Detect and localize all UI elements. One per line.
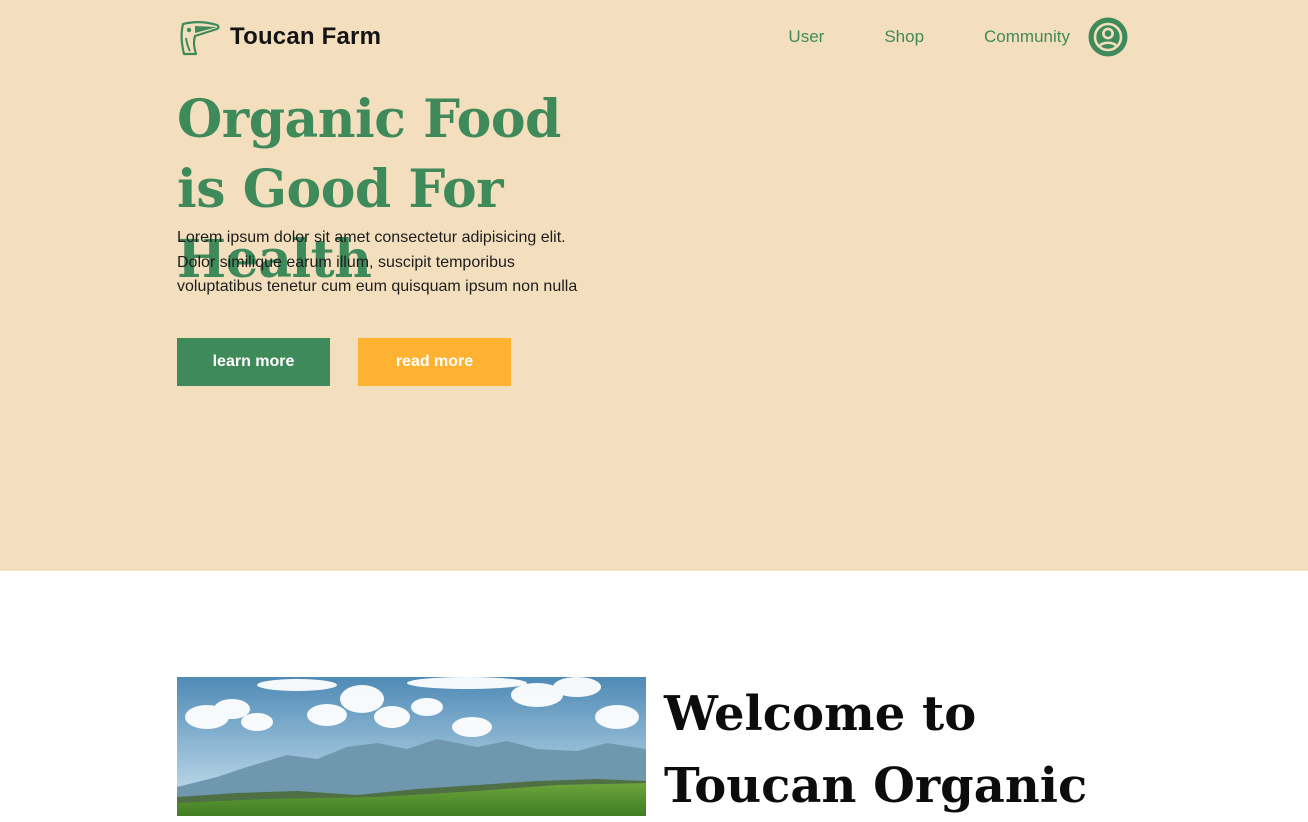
toucan-logo-icon (180, 21, 220, 56)
read-more-button[interactable]: read more (358, 338, 511, 386)
nav-link-shop[interactable]: Shop (884, 27, 924, 47)
hero-section: Toucan Farm User Shop Community Organic … (0, 0, 1308, 571)
brand-name: Toucan Farm (230, 23, 382, 50)
nav-link-user[interactable]: User (788, 27, 824, 47)
nav-link-community[interactable]: Community (984, 27, 1070, 47)
top-nav: Toucan Farm User Shop Community (177, 16, 1128, 58)
learn-more-button[interactable]: learn more (177, 338, 330, 386)
landscape-image (177, 677, 646, 816)
brand[interactable]: Toucan Farm (177, 18, 381, 56)
nav-links: User Shop Community (728, 27, 1070, 47)
user-circle-icon[interactable] (1088, 17, 1128, 57)
welcome-title: Welcome to Toucan Organic (664, 686, 1088, 814)
hero-description: Lorem ipsum dolor sit amet consectetur a… (177, 229, 578, 295)
